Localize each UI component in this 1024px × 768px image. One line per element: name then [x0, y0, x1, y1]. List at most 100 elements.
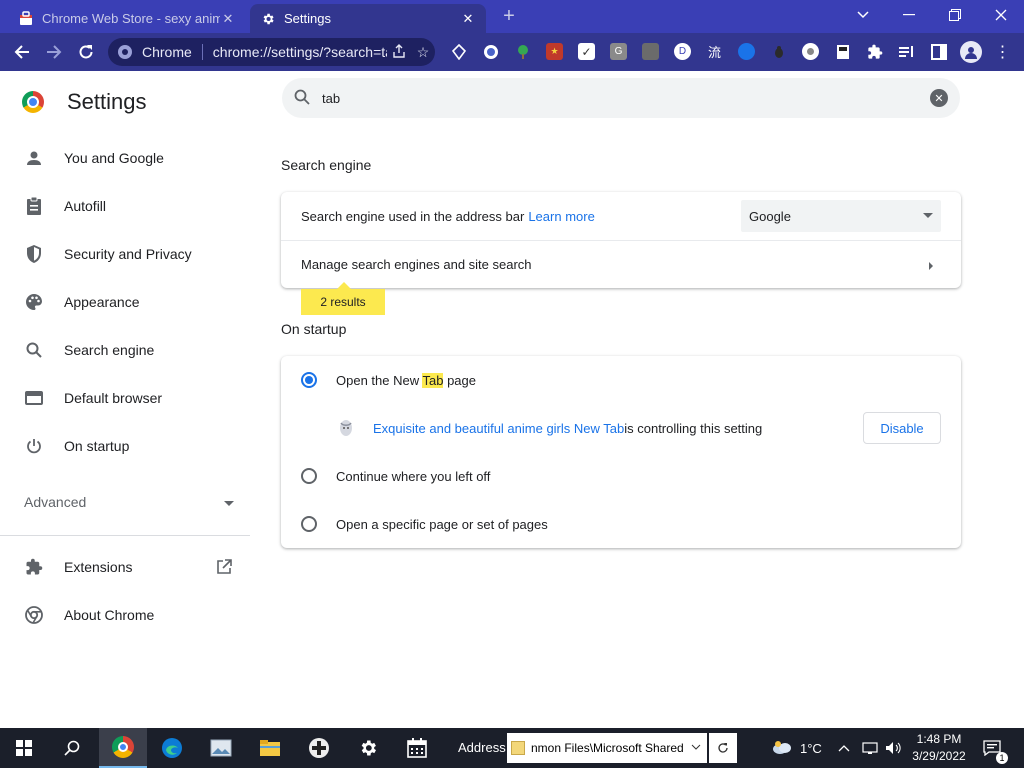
taskbar-settings-gear-icon[interactable]: [344, 728, 392, 768]
sidebar-item-default-browser[interactable]: Default browser: [0, 378, 250, 418]
kanji-ext-icon[interactable]: 流: [706, 43, 723, 60]
url-text[interactable]: chrome://settings/?search=tab: [213, 44, 387, 60]
search-engine-select[interactable]: Google: [741, 200, 941, 232]
option-suffix: page: [443, 372, 476, 388]
box-ext-icon[interactable]: [642, 43, 659, 60]
search-icon: [24, 340, 44, 360]
forward-button[interactable]: [40, 38, 68, 66]
minimize-button[interactable]: [886, 0, 932, 30]
close-tab-icon[interactable]: ✕: [220, 11, 236, 27]
sidebar-item-search-engine[interactable]: Search engine: [0, 330, 250, 370]
profile-avatar-icon[interactable]: [960, 41, 982, 63]
extension-name-link[interactable]: Exquisite and beautiful anime girls New …: [373, 421, 624, 436]
white-circle-ext-icon[interactable]: [802, 43, 819, 60]
chevron-down-icon[interactable]: [691, 741, 701, 753]
search-input[interactable]: tab: [322, 91, 930, 106]
weather-widget[interactable]: 1°C: [772, 728, 822, 768]
tab-title: Chrome Web Store - sexy anime: [42, 11, 220, 26]
puzzle-icon: [24, 557, 44, 577]
taskbar-calendar-icon[interactable]: [393, 728, 441, 768]
bookmark-star-icon[interactable]: ☆: [411, 44, 435, 61]
media-controls-icon[interactable]: [898, 43, 915, 60]
sidebar-item-about-chrome[interactable]: About Chrome: [0, 595, 250, 635]
sidebar-item-label: On startup: [64, 438, 130, 454]
puzzle-red-ext-icon[interactable]: ★: [546, 43, 563, 60]
clock[interactable]: 1:48 PM 3/29/2022: [905, 731, 973, 765]
taskbar-photos-icon[interactable]: [197, 728, 245, 768]
manage-search-engines-label: Manage search engines and site search: [301, 257, 532, 272]
site-info-icon[interactable]: [118, 45, 132, 59]
d-ext-icon[interactable]: D: [674, 43, 691, 60]
windows-start-icon[interactable]: [0, 728, 48, 768]
taskbar-search-icon[interactable]: [48, 728, 96, 768]
show-hidden-icons-chevron-icon[interactable]: [838, 728, 850, 768]
extensions-puzzle-icon[interactable]: [866, 43, 883, 60]
check-ext-icon[interactable]: ✓: [578, 43, 595, 60]
disable-button[interactable]: Disable: [863, 412, 941, 444]
cloud-icon: [772, 740, 792, 757]
network-icon[interactable]: [862, 728, 878, 768]
learn-more-link[interactable]: Learn more: [528, 209, 594, 224]
taskbar-file-explorer-icon[interactable]: [246, 728, 294, 768]
tab-search-dropdown-icon[interactable]: [840, 0, 886, 30]
sidebar-item-you-and-google[interactable]: You and Google: [0, 138, 250, 178]
controlling-text: is controlling this setting: [624, 420, 763, 436]
bookmark-ext-icon[interactable]: [834, 43, 851, 60]
blue-ext-icon[interactable]: [738, 43, 755, 60]
new-tab-button[interactable]: +: [498, 6, 520, 28]
back-button[interactable]: [8, 38, 36, 66]
on-startup-section-title: On startup: [281, 321, 347, 337]
search-icon: [294, 89, 310, 108]
shield-ext-icon[interactable]: [450, 43, 467, 60]
side-panel-icon[interactable]: [930, 43, 947, 60]
bug-ext-icon[interactable]: [770, 43, 787, 60]
sidebar-item-label: About Chrome: [64, 607, 155, 623]
taskbar-gamepad-icon[interactable]: [295, 728, 343, 768]
tab-settings[interactable]: Settings ✕: [250, 4, 486, 33]
notifications-icon[interactable]: 1: [983, 728, 1008, 768]
g-ext-icon[interactable]: G: [610, 43, 627, 60]
taskbar-edge-icon[interactable]: [148, 728, 196, 768]
close-window-button[interactable]: [978, 0, 1024, 30]
address-bar-engine-label: Search engine used in the address bar: [301, 208, 525, 224]
manage-search-engines-row[interactable]: Manage search engines and site search: [281, 240, 961, 288]
circle-ext-icon[interactable]: [482, 43, 499, 60]
radio-continue[interactable]: [301, 468, 317, 484]
startup-option-new-tab[interactable]: Open the New Tab page: [281, 356, 961, 404]
radio-specific-pages[interactable]: [301, 516, 317, 532]
clipboard-icon: [24, 196, 44, 216]
sidebar-item-label: Search engine: [64, 342, 155, 358]
close-tab-icon[interactable]: ✕: [460, 11, 476, 27]
sidebar-item-autofill[interactable]: Autofill: [0, 186, 250, 226]
chrome-icon: [24, 605, 44, 625]
startup-option-specific-pages[interactable]: Open a specific page or set of pages: [281, 500, 961, 548]
sidebar-item-appearance[interactable]: Appearance: [0, 282, 250, 322]
search-results-bubble: 2 results: [301, 282, 385, 315]
settings-header: Settings: [22, 89, 147, 115]
tree-ext-icon[interactable]: [514, 43, 531, 60]
settings-search-field[interactable]: tab ✕: [282, 78, 960, 118]
sidebar-item-on-startup[interactable]: On startup: [0, 426, 250, 466]
chevron-down-icon: [224, 494, 234, 510]
sidebar-item-security-and-privacy[interactable]: Security and Privacy: [0, 234, 250, 274]
clear-search-icon[interactable]: ✕: [930, 89, 948, 107]
reload-button[interactable]: [72, 38, 100, 66]
taskbar-chrome-icon[interactable]: [99, 728, 147, 768]
sidebar-item-label: Extensions: [64, 559, 133, 575]
radio-new-tab[interactable]: [301, 372, 317, 388]
address-toolbar-input[interactable]: nmon Files\Microsoft Shared: [507, 733, 707, 763]
address-bar[interactable]: Chrome chrome://settings/?search=tab ☆: [108, 38, 435, 66]
startup-option-continue[interactable]: Continue where you left off: [281, 452, 961, 500]
person-icon: [24, 148, 44, 168]
extension-anime-icon: [337, 419, 355, 437]
tab-chrome-web-store[interactable]: Chrome Web Store - sexy anime ✕: [8, 4, 246, 33]
address-refresh-icon[interactable]: [709, 733, 737, 763]
sidebar-item-extensions[interactable]: Extensions: [0, 547, 250, 587]
settings-sidebar: Settings You and Google Autofill Securit…: [0, 71, 256, 728]
clock-time: 1:48 PM: [916, 732, 962, 746]
share-icon[interactable]: [387, 43, 411, 61]
restore-button[interactable]: [932, 0, 978, 30]
volume-icon[interactable]: [885, 728, 901, 768]
more-menu-icon[interactable]: ⋮: [994, 43, 1011, 61]
advanced-toggle[interactable]: Advanced: [24, 491, 234, 513]
